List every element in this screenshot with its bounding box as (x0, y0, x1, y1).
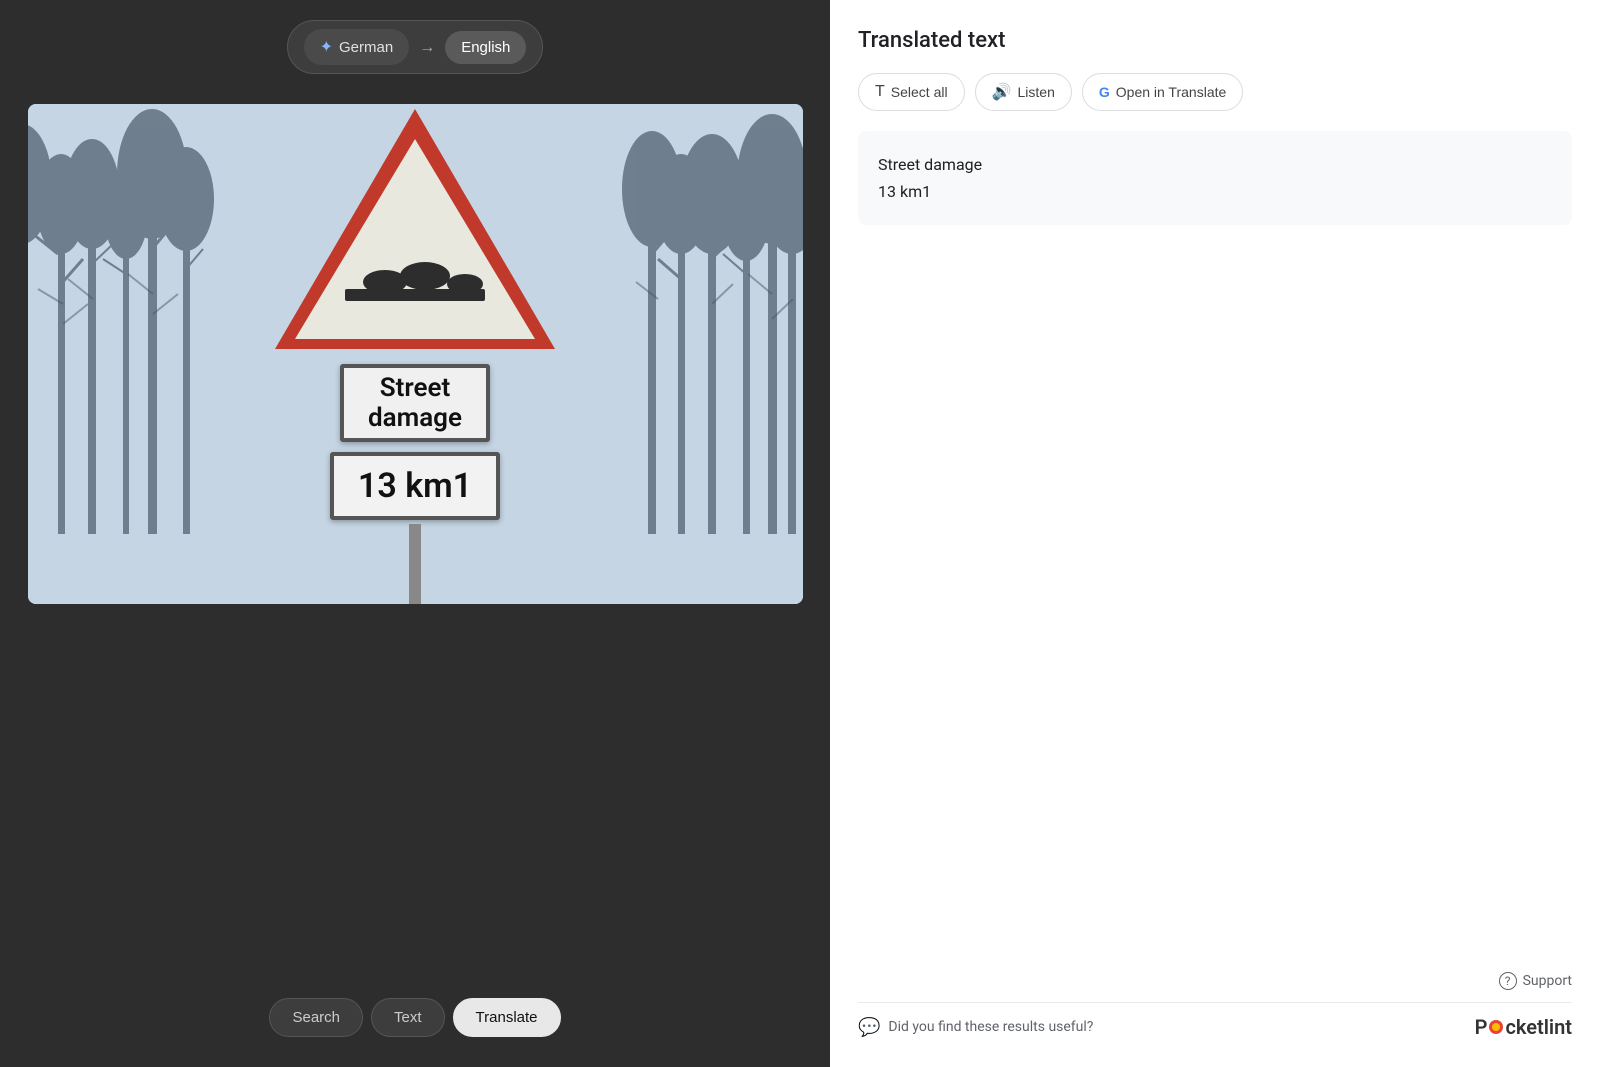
support-label[interactable]: Support (1523, 973, 1572, 989)
select-all-button[interactable]: T Select all (858, 73, 965, 111)
target-language-label: English (461, 39, 510, 56)
source-language-label: German (339, 39, 393, 56)
translated-line-2: 13 km1 (878, 178, 1552, 205)
action-buttons: T Select all 🔊 Listen G Open in Translat… (858, 73, 1572, 111)
open-in-translate-button[interactable]: G Open in Translate (1082, 73, 1243, 111)
listen-button[interactable]: 🔊 Listen (975, 73, 1072, 111)
support-row: ? Support (858, 972, 1572, 990)
sign-image-container: Street damage 13 km1 (28, 104, 803, 604)
target-language-button[interactable]: English (445, 31, 526, 64)
brand-dot (1489, 1020, 1503, 1034)
bottom-nav: Search Text Translate (269, 998, 560, 1037)
panel-title: Translated text (858, 28, 1572, 53)
triangle-sign-container (270, 104, 560, 354)
sign-plate-2: 13 km1 (330, 452, 500, 520)
sign-plate-1: Street damage (340, 364, 490, 442)
feedback-question: Did you find these results useful? (888, 1019, 1093, 1035)
search-nav-button[interactable]: Search (269, 998, 363, 1037)
brand-p: P (1475, 1015, 1488, 1039)
feedback-left: 💬 Did you find these results useful? (858, 1017, 1093, 1038)
translate-nav-button[interactable]: Translate (453, 998, 561, 1037)
pocketlint-logo: P cketlint (1475, 1015, 1572, 1039)
brand-cketlint: cketlint (1505, 1015, 1572, 1039)
support-icon: ? (1499, 972, 1517, 990)
sign-center: Street damage 13 km1 (270, 104, 560, 604)
translated-line-1: Street damage (878, 151, 1552, 178)
right-panel: Translated text T Select all 🔊 Listen G … (830, 0, 1600, 1067)
source-language-button[interactable]: ✦ German (304, 29, 410, 65)
arrow-icon: → (419, 37, 435, 57)
select-all-icon: T (875, 83, 885, 101)
feedback-icon: 💬 (858, 1017, 880, 1038)
sign-image: Street damage 13 km1 (28, 104, 803, 604)
sign-pole (409, 524, 421, 604)
sparkle-icon: ✦ (320, 37, 333, 57)
bottom-area: ? Support 💬 Did you find these results u… (830, 956, 1600, 1067)
translated-content: Street damage 13 km1 (858, 131, 1572, 225)
google-translate-icon: G (1099, 84, 1110, 100)
language-bar: ✦ German → English (287, 20, 544, 74)
left-panel: ✦ German → English (0, 0, 830, 1067)
feedback-row: 💬 Did you find these results useful? P c… (858, 1002, 1572, 1051)
listen-icon: 🔊 (992, 82, 1012, 102)
text-signs: Street damage 13 km1 (330, 364, 500, 520)
triangle-sign-svg (270, 104, 560, 354)
text-nav-button[interactable]: Text (371, 998, 445, 1037)
